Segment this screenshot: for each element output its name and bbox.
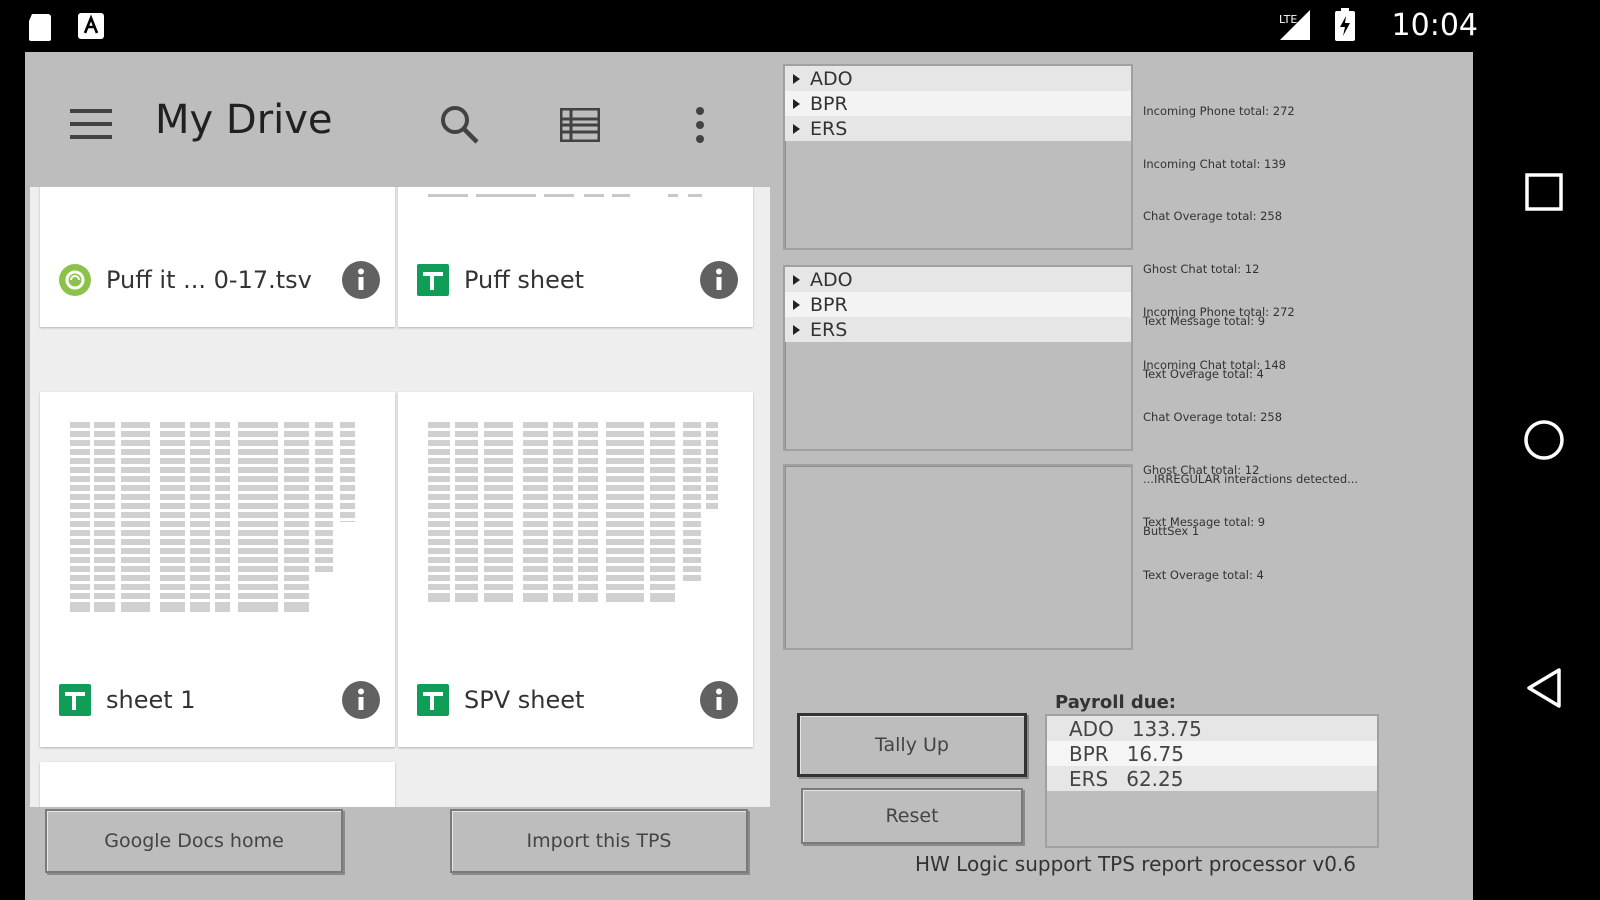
expand-arrow-icon [793, 123, 800, 134]
file-thumbnail [428, 187, 723, 197]
expand-arrow-icon [793, 98, 800, 109]
file-name: Puff sheet [464, 265, 585, 294]
tree-item[interactable]: ERS [785, 116, 1131, 141]
tree-item[interactable]: BPR [785, 91, 1131, 116]
tsv-file-icon [58, 263, 92, 297]
app-notification-icon [77, 12, 105, 44]
import-tps-button[interactable]: Import this TPS [450, 809, 748, 873]
file-thumbnail [70, 422, 365, 617]
square-icon [1524, 172, 1564, 216]
app-window: My Drive Puff it ... 0-17.tsv Puff sheet… [25, 52, 1473, 900]
sd-card-icon [26, 12, 54, 46]
menu-button[interactable] [65, 102, 117, 150]
more-vert-icon [695, 106, 705, 148]
svg-text:LTE: LTE [1279, 13, 1297, 26]
drive-picker: My Drive Puff it ... 0-17.tsv Puff sheet… [25, 52, 775, 900]
agent-tree-1[interactable]: ADO BPR ERS [783, 64, 1133, 250]
info-icon[interactable] [341, 260, 381, 304]
info-icon[interactable] [699, 680, 739, 724]
navigation-bar [1488, 52, 1600, 900]
expand-arrow-icon [793, 324, 800, 335]
back-button[interactable] [1512, 658, 1576, 722]
search-icon [439, 104, 481, 150]
info-icon[interactable] [699, 260, 739, 304]
status-bar: LTE 10:04 [0, 0, 1600, 52]
agent-tree-2[interactable]: ADO BPR ERS [783, 265, 1133, 451]
hamburger-menu-icon [70, 107, 112, 145]
file-card[interactable]: Puff it ... 0-17.tsv [40, 187, 395, 327]
battery-charging-icon [1334, 8, 1356, 46]
signal-lte-icon: LTE [1278, 8, 1312, 46]
info-icon[interactable] [341, 680, 381, 724]
file-card[interactable]: sheet 1 [40, 392, 395, 747]
drive-toolbar: My Drive [25, 52, 775, 187]
file-card[interactable] [40, 762, 395, 807]
expand-arrow-icon [793, 274, 800, 285]
file-name: sheet 1 [106, 685, 196, 714]
payroll-row: ADO 133.75 [1047, 716, 1377, 741]
home-button[interactable] [1512, 410, 1576, 474]
tree-item[interactable]: ADO [785, 267, 1131, 292]
list-view-button[interactable] [555, 102, 605, 152]
payroll-label: Payroll due: [1055, 692, 1176, 713]
payroll-row: ERS 62.25 [1047, 766, 1377, 791]
payroll-row: BPR 16.75 [1047, 741, 1377, 766]
tally-up-button[interactable]: Tally Up [797, 713, 1027, 777]
clock: 10:04 [1391, 8, 1478, 43]
back-triangle-icon [1523, 666, 1565, 714]
sheets-icon [58, 683, 92, 717]
expand-arrow-icon [793, 299, 800, 310]
file-grid: Puff it ... 0-17.tsv Puff sheet sheet 1 … [30, 187, 770, 807]
recents-button[interactable] [1512, 162, 1576, 226]
google-docs-home-button[interactable]: Google Docs home [45, 809, 343, 873]
sheets-icon [416, 263, 450, 297]
expand-arrow-icon [793, 73, 800, 84]
search-button[interactable] [435, 102, 485, 152]
reset-button[interactable]: Reset [801, 788, 1023, 844]
file-card[interactable]: SPV sheet [398, 392, 753, 747]
tree-item[interactable]: ADO [785, 66, 1131, 91]
tree-item[interactable]: ERS [785, 317, 1131, 342]
circle-icon [1522, 418, 1566, 466]
file-name: Puff it ... 0-17.tsv [106, 265, 312, 294]
agent-tree-3[interactable] [783, 464, 1133, 650]
sheets-icon [416, 683, 450, 717]
payroll-list: ADO 133.75 BPR 16.75 ERS 62.25 [1045, 714, 1379, 848]
page-title: My Drive [155, 97, 333, 143]
stats-text-2: Incoming Phone total: 272 Incoming Chat … [1143, 305, 1295, 582]
version-label: HW Logic support TPS report processor v0… [915, 852, 1357, 876]
tree-item[interactable]: BPR [785, 292, 1131, 317]
overflow-menu-button[interactable] [680, 102, 720, 152]
list-view-icon [559, 107, 601, 146]
file-name: SPV sheet [464, 685, 585, 714]
file-card[interactable]: Puff sheet [398, 187, 753, 327]
file-thumbnail [428, 422, 723, 617]
